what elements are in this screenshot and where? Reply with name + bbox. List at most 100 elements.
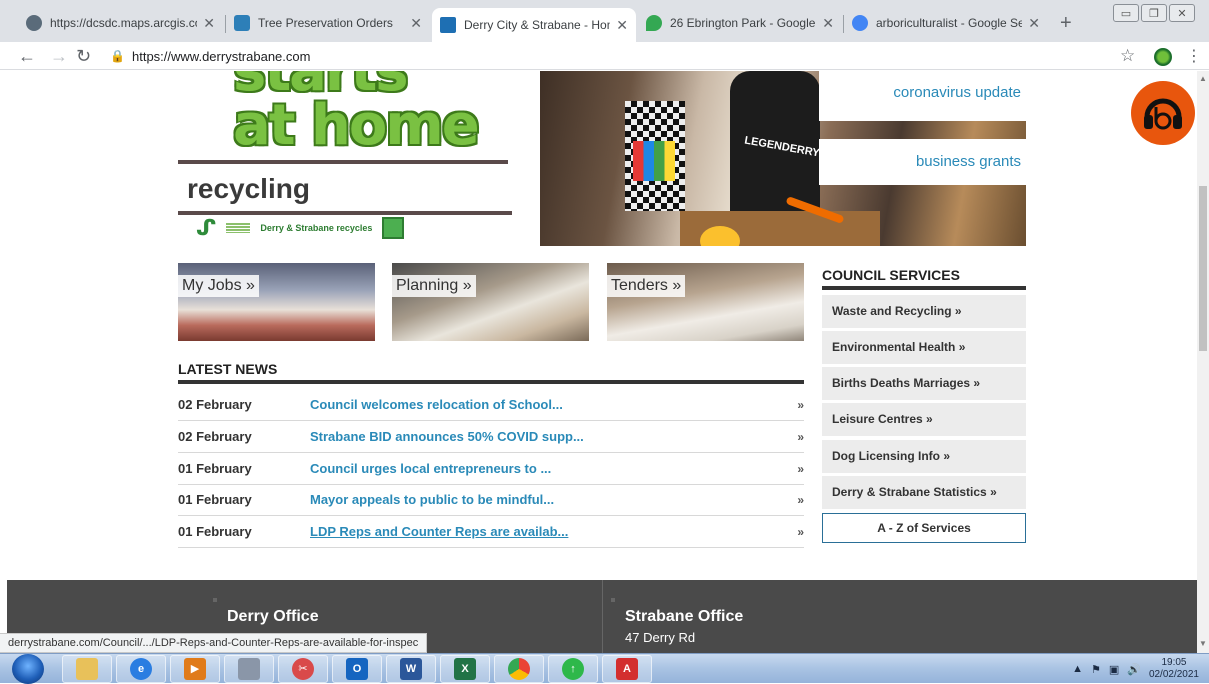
close-icon[interactable]: ✕ xyxy=(1028,15,1040,32)
tab-label: Tree Preservation Orders xyxy=(258,16,393,30)
minimize-icon[interactable]: ▭ xyxy=(1113,4,1139,22)
google-icon xyxy=(852,15,868,31)
apron-text: LEGENDERRY xyxy=(743,134,821,160)
acrobat-icon[interactable]: A xyxy=(602,655,652,683)
close-window-icon[interactable]: ✕ xyxy=(1169,4,1195,22)
page-scrollbar[interactable]: ▲ ▼ xyxy=(1197,71,1209,653)
scrollbar-thumb[interactable] xyxy=(1199,186,1207,351)
partner-logo-icon xyxy=(226,223,251,233)
badge-logo-icon xyxy=(382,217,405,239)
address-url[interactable]: https://www.derrystrabane.com xyxy=(132,49,310,64)
tab-tree-preservation[interactable]: Tree Preservation Orders ✕ xyxy=(226,8,430,38)
business-grants-link[interactable]: business grants xyxy=(819,139,1026,185)
network-icon[interactable]: ▣ xyxy=(1109,663,1119,676)
planning-tile[interactable]: Planning » xyxy=(392,263,589,341)
close-icon[interactable]: ✕ xyxy=(203,15,215,32)
extension-icon[interactable] xyxy=(1154,48,1172,66)
browser-toolbar: ← → ↻ 🔒 https://www.derrystrabane.com ☆ … xyxy=(0,42,1209,70)
news-item[interactable]: 01 February Mayor appeals to public to b… xyxy=(178,484,804,516)
service-births-deaths-marriages[interactable]: Births Deaths Marriages » xyxy=(822,367,1026,400)
forward-arrow-icon[interactable]: → xyxy=(50,46,68,67)
scroll-down-icon[interactable]: ▼ xyxy=(1199,639,1207,648)
news-arrow[interactable]: » xyxy=(797,430,804,444)
news-title-link[interactable]: Strabane BID announces 50% COVID supp... xyxy=(310,429,584,444)
council-services-heading: COUNCIL SERVICES xyxy=(822,267,960,283)
tab-label: https://dcsdc.maps.arcgis.com/a xyxy=(50,16,197,30)
new-tab-plus-icon[interactable]: + xyxy=(1060,12,1072,35)
window-controls: ▭ ❐ ✕ xyxy=(1113,4,1195,22)
browser-tab-bar: https://dcsdc.maps.arcgis.com/a ✕ Tree P… xyxy=(0,0,1209,42)
news-title-link[interactable]: LDP Reps and Counter Reps are availab... xyxy=(310,524,568,539)
snipping-tool-icon[interactable]: ✂ xyxy=(278,655,328,683)
coronavirus-update-link[interactable]: coronavirus update xyxy=(819,71,1026,121)
news-arrow[interactable]: » xyxy=(797,398,804,412)
volume-icon[interactable]: 🔊 xyxy=(1127,663,1141,676)
tab-derry-strabane-home[interactable]: Derry City & Strabane - Home ✕ xyxy=(432,8,636,42)
media-player-icon[interactable]: ▶ xyxy=(170,655,220,683)
latest-news-heading: LATEST NEWS xyxy=(178,361,278,377)
footer-bullet xyxy=(611,598,615,602)
system-clock[interactable]: 19:05 02/02/2021 xyxy=(1149,657,1199,681)
derry-favicon-icon xyxy=(440,17,456,33)
reload-icon[interactable]: ↻ xyxy=(76,46,91,67)
link-status-bubble: derrystrabane.com/Council/.../LDP-Reps-a… xyxy=(0,633,428,653)
site-favicon-icon xyxy=(234,15,250,31)
chrome-icon[interactable] xyxy=(494,655,544,683)
close-icon[interactable]: ✕ xyxy=(822,15,834,32)
news-item[interactable]: 01 February Council urges local entrepre… xyxy=(178,453,804,485)
news-item[interactable]: 01 February LDP Reps and Counter Reps ar… xyxy=(178,516,804,548)
news-title-link[interactable]: Mayor appeals to public to be mindful... xyxy=(310,492,554,507)
news-arrow[interactable]: » xyxy=(797,462,804,476)
strabane-address: 47 Derry Rd xyxy=(625,630,696,645)
explorer-icon[interactable] xyxy=(62,655,112,683)
partner-logos: ᔑ Derry & Strabane recycles xyxy=(196,215,405,241)
upload-app-icon[interactable]: ↑ xyxy=(548,655,598,683)
bookmark-star-icon[interactable]: ☆ xyxy=(1120,46,1135,66)
close-icon[interactable]: ✕ xyxy=(616,17,628,34)
excel-icon[interactable]: X xyxy=(440,655,490,683)
news-title-link[interactable]: Council welcomes relocation of School... xyxy=(310,397,563,412)
start-button-icon[interactable] xyxy=(12,654,44,684)
menu-kebab-icon[interactable]: ⋮ xyxy=(1186,46,1202,66)
internet-explorer-icon[interactable]: e xyxy=(116,655,166,683)
news-title-link[interactable]: Council urges local entrepreneurs to ... xyxy=(310,461,551,476)
banner-subtitle: recycling xyxy=(187,173,310,204)
news-item[interactable]: 02 February Council welcomes relocation … xyxy=(178,389,804,421)
recycling-slogan: starts at home xyxy=(233,71,480,158)
my-jobs-tile[interactable]: My Jobs » xyxy=(178,263,375,341)
service-dog-licensing[interactable]: Dog Licensing Info » xyxy=(822,440,1026,473)
tab-arcgis[interactable]: https://dcsdc.maps.arcgis.com/a ✕ xyxy=(18,8,223,38)
news-arrow[interactable]: » xyxy=(797,525,804,539)
ni-logo-icon: ᔑ xyxy=(196,215,217,240)
word-icon[interactable]: W xyxy=(386,655,436,683)
news-divider xyxy=(178,380,804,384)
strabane-office-title: Strabane Office xyxy=(625,608,744,625)
service-waste-recycling[interactable]: Waste and Recycling » xyxy=(822,295,1026,328)
close-icon[interactable]: ✕ xyxy=(410,15,422,32)
checkered-apron xyxy=(625,101,685,211)
recycling-banner[interactable]: starts at home recycling ᔑ Derry & Strab… xyxy=(178,71,540,246)
service-statistics[interactable]: Derry & Strabane Statistics » xyxy=(822,476,1026,509)
calculator-icon[interactable] xyxy=(224,655,274,683)
service-leisure-centres[interactable]: Leisure Centres » xyxy=(822,403,1026,436)
tab-google-maps[interactable]: 26 Ebrington Park - Google Map ✕ xyxy=(638,8,842,38)
flag-icon[interactable]: ⚑ xyxy=(1091,663,1101,676)
a-z-services-button[interactable]: A - Z of Services xyxy=(822,513,1026,543)
browsealoud-headphones-icon[interactable] xyxy=(1131,81,1195,145)
tab-label: 26 Ebrington Park - Google Map xyxy=(670,16,816,30)
restore-icon[interactable]: ❐ xyxy=(1141,4,1167,22)
tray-expand-icon[interactable]: ▲ xyxy=(1072,663,1083,675)
scroll-up-icon[interactable]: ▲ xyxy=(1199,74,1207,83)
news-arrow[interactable]: » xyxy=(797,493,804,507)
windows-taskbar: e ▶ ✂ O W X ↑ A ▲ ⚑ ▣ 🔊 19:05 02/02/2021 xyxy=(0,653,1209,684)
tab-google-search[interactable]: arboriculturalist - Google Search ✕ xyxy=(844,8,1048,38)
outlook-icon[interactable]: O xyxy=(332,655,382,683)
back-arrow-icon[interactable]: ← xyxy=(18,46,36,67)
news-item[interactable]: 02 February Strabane BID announces 50% C… xyxy=(178,421,804,453)
address-bar[interactable]: 🔒 https://www.derrystrabane.com xyxy=(104,44,1104,68)
lock-icon[interactable]: 🔒 xyxy=(110,49,125,63)
tenders-tile[interactable]: Tenders » xyxy=(607,263,804,341)
slogan-line-2: at home xyxy=(233,93,480,158)
service-environmental-health[interactable]: Environmental Health » xyxy=(822,331,1026,364)
tile-label: Tenders » xyxy=(607,275,686,297)
